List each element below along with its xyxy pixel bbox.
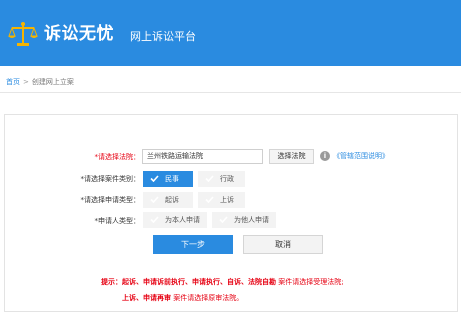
cancel-button[interactable]: 取消 <box>243 235 323 254</box>
apply-type-option-appeal[interactable]: 上诉 <box>198 192 245 208</box>
apply-type-option-sue[interactable]: 起诉 <box>143 192 193 208</box>
platform-subtitle: 网上诉讼平台 <box>130 30 196 43</box>
check-icon <box>150 175 159 182</box>
court-label: *请选择法院： <box>94 153 141 161</box>
tip-line-1: 提示：起诉、申请诉前执行、申请执行、自诉、法院自勘 案件请选择受理法院; <box>101 278 344 286</box>
case-type-label: *请选择案件类别： <box>80 175 141 183</box>
breadcrumb: 首页 > 创建网上立案 <box>6 77 74 87</box>
next-step-button[interactable]: 下一步 <box>153 235 233 254</box>
court-input[interactable]: 兰州铁路运输法院 <box>142 149 263 164</box>
applicant-type-label: *申请人类型： <box>94 217 141 225</box>
breadcrumb-separator: > <box>23 78 29 86</box>
scales-icon <box>8 22 38 46</box>
select-court-button[interactable]: 选择法院 <box>269 149 314 164</box>
check-icon <box>205 175 214 182</box>
check-icon <box>205 196 214 203</box>
applicant-option-other[interactable]: 为他人申请 <box>212 212 276 228</box>
check-icon <box>150 216 159 223</box>
breadcrumb-home-link[interactable]: 首页 <box>6 78 20 86</box>
apply-type-label: *请选择申请类型： <box>80 196 141 204</box>
tip-line-2: 上诉、申请再审 案件请选择原审法院。 <box>122 294 244 302</box>
case-type-option-admin[interactable]: 行政 <box>198 171 245 187</box>
header-divider <box>0 92 461 93</box>
brand-title: 诉讼无忧 <box>44 24 114 44</box>
check-icon <box>150 196 159 203</box>
top-header: 诉讼无忧 网上诉讼平台 <box>0 0 461 66</box>
applicant-option-self[interactable]: 为本人申请 <box>143 212 207 228</box>
check-icon <box>219 216 228 223</box>
breadcrumb-current: 创建网上立案 <box>31 78 74 86</box>
jurisdiction-help-link[interactable]: 《管辖范围说明》 <box>333 151 389 161</box>
case-type-option-civil[interactable]: 民事 <box>143 171 193 187</box>
info-icon: i <box>320 151 330 161</box>
